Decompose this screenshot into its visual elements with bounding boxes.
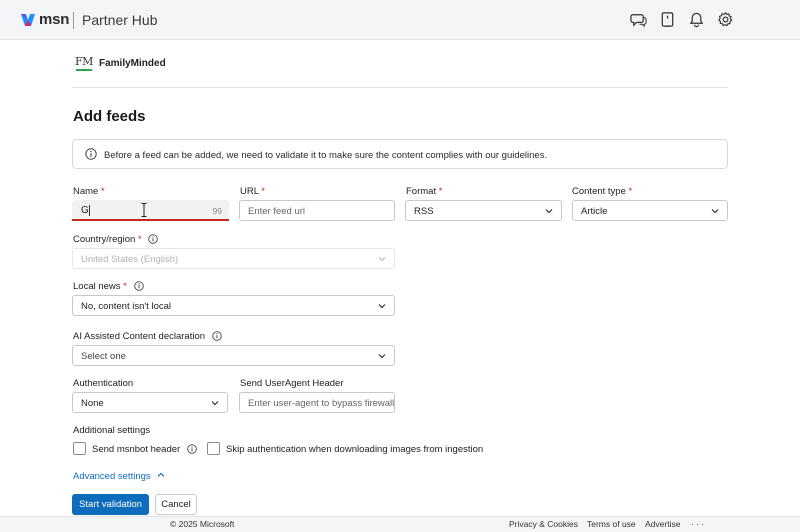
chevron-down-icon: [378, 354, 386, 359]
content-type-label-text: Content type: [572, 186, 626, 197]
content-type-select-value: Article: [581, 206, 608, 217]
user-agent-label: Send UserAgent Header: [240, 378, 344, 389]
info-banner-text: Before a feed can be added, we need to v…: [104, 150, 548, 161]
send-msnbot-label: Send msnbot header: [92, 444, 197, 455]
page-title: Add feeds: [73, 108, 146, 125]
footer-privacy-link[interactable]: Privacy & Cookies: [509, 519, 578, 529]
chevron-down-icon: [711, 209, 719, 214]
info-tooltip-icon[interactable]: [211, 331, 222, 341]
ibeam-cursor-icon: [141, 203, 147, 217]
required-marker: *: [628, 186, 633, 197]
info-tooltip-icon[interactable]: [133, 281, 144, 291]
format-select-value: RSS: [414, 206, 434, 217]
skip-auth-label: Skip authentication when downloading ima…: [226, 444, 484, 455]
url-label: URL *: [240, 186, 265, 197]
authentication-select-value: None: [81, 398, 104, 409]
footer-advertise-link[interactable]: Advertise: [645, 519, 680, 529]
gear-icon[interactable]: [717, 11, 734, 28]
brand-name[interactable]: msn: [39, 11, 69, 28]
format-label-text: Format: [406, 186, 437, 197]
required-marker: *: [137, 234, 142, 245]
name-label-text: Name: [73, 186, 99, 197]
user-agent-input-placeholder: Enter user-agent to bypass firewall: [248, 398, 395, 409]
authentication-label: Authentication: [73, 378, 134, 389]
url-input-placeholder: Enter feed url: [248, 206, 306, 217]
advanced-settings-text: Advanced settings: [73, 471, 151, 482]
required-marker: *: [123, 281, 127, 292]
chevron-down-icon: [211, 401, 219, 406]
account-name[interactable]: FamilyMinded: [99, 58, 166, 69]
ai-content-select-placeholder: Select one: [81, 351, 126, 362]
name-input-value: G: [81, 205, 89, 216]
ai-content-label-text: AI Assisted Content declaration: [73, 331, 206, 342]
authentication-select[interactable]: None: [72, 392, 228, 413]
ai-content-select[interactable]: Select one: [72, 345, 395, 366]
required-marker: *: [100, 186, 105, 197]
format-label: Format *: [406, 186, 442, 197]
start-validation-button[interactable]: Start validation: [72, 494, 149, 515]
content-type-select[interactable]: Article: [572, 200, 728, 221]
advanced-settings-link[interactable]: Advanced settings: [73, 471, 165, 482]
footer-terms-link[interactable]: Terms of use: [587, 519, 636, 529]
local-news-select-value: No, content isn't local: [81, 301, 171, 312]
country-label-text: Country/region: [73, 234, 136, 245]
feedback-icon[interactable]: [630, 11, 647, 28]
msn-logo-icon[interactable]: [19, 11, 37, 29]
name-input[interactable]: G 99: [72, 200, 229, 221]
product-name[interactable]: Partner Hub: [82, 12, 157, 28]
chevron-up-icon: [157, 472, 165, 477]
footer-copyright: © 2025 Microsoft: [170, 519, 235, 529]
additional-settings-label: Additional settings: [73, 425, 151, 436]
format-select[interactable]: RSS: [405, 200, 562, 221]
brand-separator: [73, 12, 74, 29]
chevron-down-icon: [378, 304, 386, 309]
local-news-label: Local news *: [73, 281, 144, 292]
send-msnbot-label-text: Send msnbot header: [92, 444, 181, 455]
chevron-down-icon: [545, 209, 553, 214]
country-label: Country/region *: [73, 234, 159, 245]
local-news-select[interactable]: No, content isn't local: [72, 295, 395, 316]
notebook-icon[interactable]: [659, 11, 676, 28]
info-tooltip-icon[interactable]: [187, 444, 197, 454]
account-logo-underline: [76, 69, 92, 71]
content-type-label: Content type *: [572, 186, 632, 197]
local-news-label-text: Local news: [73, 281, 121, 292]
skip-auth-checkbox[interactable]: [207, 442, 220, 455]
name-char-count: 99: [212, 206, 222, 216]
footer-more-button[interactable]: · · ·: [691, 519, 704, 529]
country-select-value: United States (English): [81, 254, 179, 265]
section-divider: [72, 87, 728, 88]
info-tooltip-icon[interactable]: [148, 234, 159, 244]
name-label: Name *: [73, 186, 105, 197]
ai-content-label: AI Assisted Content declaration: [73, 331, 222, 342]
url-input[interactable]: Enter feed url: [239, 200, 395, 221]
country-select[interactable]: United States (English): [72, 248, 395, 269]
cancel-button[interactable]: Cancel: [155, 494, 197, 515]
required-marker: *: [261, 186, 265, 197]
chevron-down-icon: [378, 257, 386, 262]
url-label-text: URL: [240, 186, 259, 197]
bell-icon[interactable]: [688, 11, 705, 28]
user-agent-input[interactable]: Enter user-agent to bypass firewall: [239, 392, 395, 413]
text-caret: [89, 205, 90, 216]
required-marker: *: [438, 186, 443, 197]
send-msnbot-checkbox[interactable]: [73, 442, 86, 455]
info-icon: [85, 148, 97, 160]
